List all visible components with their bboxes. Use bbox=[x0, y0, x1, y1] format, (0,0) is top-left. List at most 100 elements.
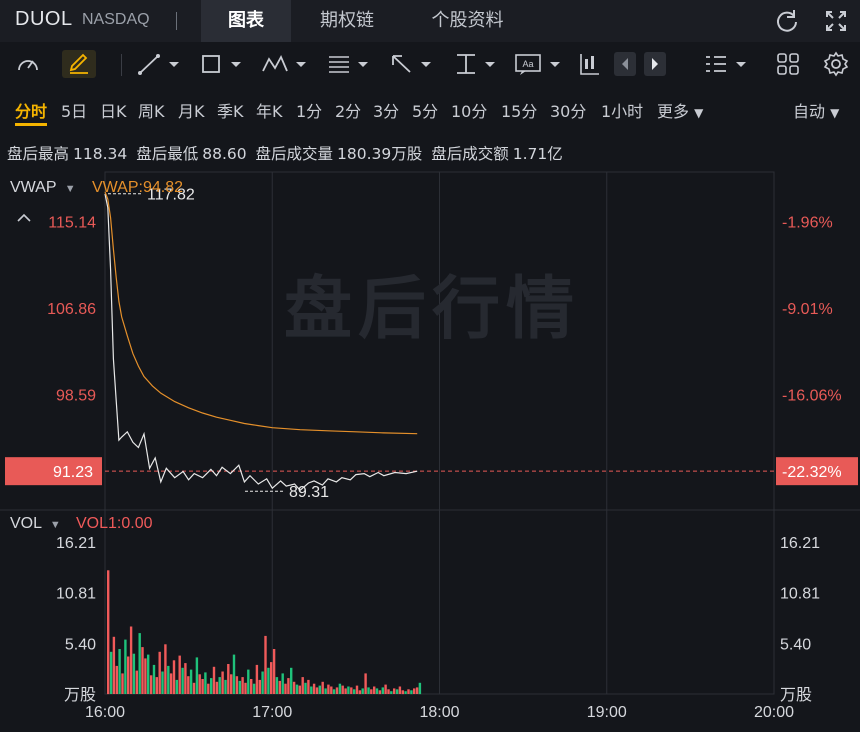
volume-bar bbox=[149, 675, 153, 695]
volume-bar bbox=[401, 690, 404, 695]
volume-bar bbox=[252, 683, 256, 694]
volume-bar bbox=[235, 676, 239, 694]
volume-bar bbox=[284, 683, 287, 694]
volume-bar bbox=[141, 647, 144, 694]
volume-bar bbox=[129, 626, 133, 694]
volume-bar bbox=[109, 651, 113, 694]
volume-bar bbox=[367, 687, 370, 694]
volume-bar bbox=[395, 689, 399, 694]
volume-tick-label-left: 16.21 bbox=[56, 535, 96, 552]
volume-bar bbox=[115, 665, 118, 694]
volume-bar bbox=[353, 689, 356, 694]
volume-bar bbox=[387, 689, 390, 694]
volume-bar bbox=[413, 688, 416, 694]
volume-bar bbox=[181, 667, 184, 695]
volume-bar bbox=[227, 664, 230, 694]
volume-bar bbox=[295, 684, 299, 694]
volume-tick-label-right: 10.81 bbox=[780, 586, 820, 603]
low-marker-label: 89.31 bbox=[289, 484, 329, 501]
volume-bar bbox=[358, 690, 362, 695]
volume-bar bbox=[195, 657, 199, 694]
current-change-value: -22.32% bbox=[782, 464, 842, 481]
volume-bar bbox=[327, 684, 330, 694]
time-tick-label: 16:00 bbox=[85, 704, 125, 721]
volume-bar bbox=[307, 679, 310, 694]
volume-bar bbox=[189, 669, 193, 694]
volume-bar bbox=[121, 673, 124, 694]
volume-bar bbox=[312, 683, 316, 694]
volume-bar bbox=[375, 688, 379, 694]
time-tick-label: 20:00 bbox=[754, 704, 794, 721]
time-tick-label: 17:00 bbox=[252, 704, 292, 721]
volume-bar bbox=[232, 654, 236, 694]
volume-bar bbox=[330, 686, 333, 694]
volume-bar bbox=[281, 673, 284, 694]
volume-bar bbox=[290, 667, 293, 695]
volume-bar bbox=[292, 681, 296, 694]
volume-bar bbox=[172, 660, 176, 695]
price-axis-left: 115.14 106.86 98.59 bbox=[47, 215, 96, 405]
volume-bar bbox=[384, 684, 387, 694]
volume-bar bbox=[324, 688, 327, 694]
volume-bar bbox=[350, 687, 353, 694]
price-tick-label: 98.59 bbox=[56, 387, 96, 404]
volume-bar bbox=[201, 679, 204, 694]
volume-bar bbox=[275, 677, 279, 694]
watermark-text: 盘后行情 bbox=[284, 270, 580, 349]
price-tick-label: 115.14 bbox=[48, 215, 96, 232]
volume-bar bbox=[138, 633, 141, 694]
volume-bar bbox=[247, 669, 250, 694]
volume-bar bbox=[344, 688, 347, 694]
volume-bar bbox=[169, 673, 173, 694]
percent-tick-label: -16.06% bbox=[782, 387, 842, 404]
volume-bar bbox=[390, 691, 393, 694]
vwap-indicator-button[interactable]: VWAP ▼ bbox=[10, 179, 76, 197]
volume-bar bbox=[107, 570, 110, 695]
volume-bar bbox=[244, 682, 247, 695]
volume-bar bbox=[204, 672, 207, 694]
volume-bars bbox=[107, 570, 422, 695]
volume-bar bbox=[184, 663, 187, 694]
volume-bar bbox=[272, 649, 276, 694]
volume-bar bbox=[301, 677, 304, 694]
chevron-down-icon: ▼ bbox=[49, 519, 61, 531]
volume-bar bbox=[407, 689, 410, 694]
volume-bar bbox=[341, 685, 344, 694]
volume-bar bbox=[147, 654, 150, 694]
volume-tick-label-left: 10.81 bbox=[56, 586, 96, 603]
volume-bar bbox=[373, 686, 376, 694]
volume-bar bbox=[298, 685, 301, 694]
volume-bar bbox=[393, 688, 396, 694]
chevron-down-icon: ▼ bbox=[64, 183, 76, 195]
current-price-value: 91.23 bbox=[53, 464, 93, 481]
volume-bar bbox=[112, 636, 116, 694]
volume-bar bbox=[287, 678, 290, 694]
intraday-chart[interactable]: 盘后行情 115.14 106.86 98.59 -1.96% -9.01% -16.0… bbox=[0, 0, 860, 732]
volume-bar bbox=[164, 644, 167, 694]
volume-bar bbox=[221, 671, 224, 694]
volume-bar bbox=[132, 653, 136, 694]
volume-tick-label-left: 5.40 bbox=[65, 636, 96, 653]
price-tick-label: 106.86 bbox=[47, 301, 96, 318]
volume-bar bbox=[278, 680, 281, 694]
volume-bar bbox=[370, 689, 373, 694]
vol-indicator-button[interactable]: VOL ▼ bbox=[10, 515, 61, 533]
volume-bar bbox=[335, 687, 339, 694]
volume-bar bbox=[315, 687, 319, 694]
volume-bar bbox=[318, 685, 321, 694]
volume-bar bbox=[118, 649, 121, 694]
chart-grid bbox=[0, 171, 860, 695]
volume-bar bbox=[321, 681, 324, 694]
collapse-chevron-icon[interactable] bbox=[16, 212, 32, 224]
percent-tick-label: -1.96% bbox=[782, 215, 833, 232]
volume-bar bbox=[155, 677, 158, 694]
volume-bar bbox=[347, 686, 350, 694]
current-price-line: 91.23 -22.32% bbox=[5, 457, 858, 486]
volume-bar bbox=[192, 682, 196, 695]
volume-bar bbox=[127, 656, 130, 694]
volume-bar bbox=[304, 682, 307, 695]
volume-bar bbox=[212, 666, 216, 694]
volume-bar bbox=[241, 677, 244, 694]
volume-bar bbox=[310, 686, 313, 694]
volume-bar bbox=[178, 655, 181, 694]
